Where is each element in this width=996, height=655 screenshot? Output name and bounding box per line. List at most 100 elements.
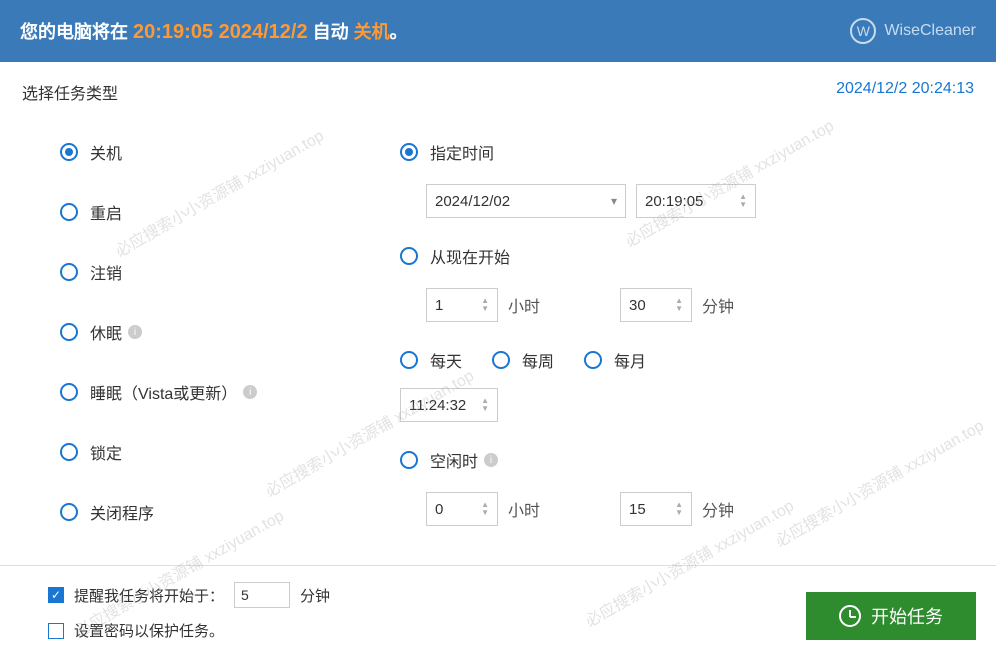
- specified-inputs: 2024/12/02 ▾ 20:19:05 ▲▼: [426, 184, 956, 218]
- date-value: 2024/12/02: [435, 193, 510, 210]
- schedule-specified[interactable]: 指定时间: [400, 140, 956, 164]
- daily-time-row: 11:24:32 ▲▼: [400, 388, 956, 422]
- section-title: 选择任务类型: [22, 80, 118, 104]
- date-input[interactable]: 2024/12/02 ▾: [426, 184, 626, 218]
- idle-minutes-value: 15: [629, 501, 646, 518]
- schedule-weekly[interactable]: 每周: [492, 348, 554, 372]
- radio-icon: [400, 451, 418, 469]
- spinner-icon: ▲▼: [675, 297, 683, 313]
- idle-minutes-input[interactable]: 15 ▲▼: [620, 492, 692, 526]
- start-task-button[interactable]: 开始任务: [806, 592, 976, 640]
- subheader: 选择任务类型 2024/12/2 20:24:13: [0, 62, 996, 112]
- task-sleep[interactable]: 睡眠（Vista或更新） i: [60, 380, 390, 404]
- checkbox-icon: [48, 623, 64, 639]
- remind-label-a: 提醒我任务将开始于：: [74, 585, 224, 606]
- header-action: 关机: [354, 22, 390, 42]
- task-hibernate[interactable]: 休眠 i: [60, 320, 390, 344]
- spinner-icon: ▲▼: [675, 501, 683, 517]
- schedule-idle[interactable]: 空闲时 i: [400, 448, 956, 472]
- remind-value: 5: [241, 587, 249, 603]
- current-time: 2024/12/2 20:24:13: [836, 80, 974, 104]
- radio-icon: [60, 323, 78, 341]
- from-now-inputs: 1 ▲▼ 小时 30 ▲▼ 分钟: [426, 288, 956, 322]
- schedule-from-now[interactable]: 从现在开始: [400, 244, 956, 268]
- remind-option[interactable]: ✓ 提醒我任务将开始于： 5 分钟: [48, 582, 330, 608]
- footer: ✓ 提醒我任务将开始于： 5 分钟 设置密码以保护任务。 开始任务: [0, 565, 996, 655]
- chevron-down-icon: ▾: [611, 194, 617, 208]
- radio-icon: [400, 143, 418, 161]
- header-prefix: 您的电脑将在: [20, 22, 133, 42]
- hours-value: 1: [435, 297, 443, 314]
- radio-icon: [60, 383, 78, 401]
- radio-icon: [584, 351, 602, 369]
- unit-minute: 分钟: [702, 293, 734, 317]
- schedule-daily[interactable]: 每天: [400, 348, 462, 372]
- daily-time-input[interactable]: 11:24:32 ▲▼: [400, 388, 498, 422]
- schedule-label: 空闲时: [430, 448, 478, 472]
- task-label: 锁定: [90, 440, 122, 464]
- task-label: 睡眠（Vista或更新）: [90, 380, 237, 404]
- schedule-label: 每周: [522, 348, 554, 372]
- task-shutdown[interactable]: 关机: [60, 140, 390, 164]
- schedule-monthly[interactable]: 每月: [584, 348, 646, 372]
- password-label: 设置密码以保护任务。: [74, 620, 224, 641]
- info-icon[interactable]: i: [243, 385, 257, 399]
- radio-icon: [60, 143, 78, 161]
- minutes-value: 30: [629, 297, 646, 314]
- brand-name: WiseCleaner: [884, 22, 976, 40]
- daily-time-value: 11:24:32: [409, 397, 466, 414]
- info-icon[interactable]: i: [128, 325, 142, 339]
- time-input[interactable]: 20:19:05 ▲▼: [636, 184, 756, 218]
- idle-hours-input[interactable]: 0 ▲▼: [426, 492, 498, 526]
- password-option[interactable]: 设置密码以保护任务。: [48, 620, 330, 641]
- task-logoff[interactable]: 注销: [60, 260, 390, 284]
- remind-minutes-input[interactable]: 5: [234, 582, 290, 608]
- header-time: 20:19:05 2024/12/2: [133, 21, 308, 43]
- header-bar: 您的电脑将在 20:19:05 2024/12/2 自动 关机。 W WiseC…: [0, 0, 996, 62]
- header-message: 您的电脑将在 20:19:05 2024/12/2 自动 关机。: [20, 18, 408, 44]
- content-area: 关机 重启 注销 休眠 i 睡眠（Vista或更新） i 锁定 关闭程序: [0, 112, 996, 572]
- radio-icon: [400, 247, 418, 265]
- unit-hour: 小时: [508, 293, 540, 317]
- radio-icon: [492, 351, 510, 369]
- remind-label-b: 分钟: [300, 585, 330, 606]
- task-restart[interactable]: 重启: [60, 200, 390, 224]
- idle-hours-value: 0: [435, 501, 443, 518]
- schedule-label: 每月: [614, 348, 646, 372]
- info-icon[interactable]: i: [484, 453, 498, 467]
- header-suffix: 。: [390, 22, 408, 42]
- recurrence-row: 每天 每周 每月: [400, 348, 956, 372]
- task-label: 关机: [90, 140, 122, 164]
- spinner-icon: ▲▼: [481, 501, 489, 517]
- task-label: 关闭程序: [90, 500, 154, 524]
- radio-icon: [60, 203, 78, 221]
- radio-icon: [60, 503, 78, 521]
- task-label: 重启: [90, 200, 122, 224]
- task-close-app[interactable]: 关闭程序: [60, 500, 390, 524]
- task-label: 注销: [90, 260, 122, 284]
- time-value: 20:19:05: [645, 193, 703, 210]
- radio-icon: [400, 351, 418, 369]
- task-type-column: 关机 重启 注销 休眠 i 睡眠（Vista或更新） i 锁定 关闭程序: [60, 122, 390, 572]
- hours-input[interactable]: 1 ▲▼: [426, 288, 498, 322]
- brand-logo: W WiseCleaner: [850, 18, 976, 44]
- brand-icon: W: [850, 18, 876, 44]
- spinner-icon: ▲▼: [481, 297, 489, 313]
- task-label: 休眠: [90, 320, 122, 344]
- spinner-icon: ▲▼: [481, 397, 489, 413]
- schedule-column: 指定时间 2024/12/02 ▾ 20:19:05 ▲▼ 从现在开始 1 ▲▼…: [390, 122, 956, 572]
- unit-minute: 分钟: [702, 497, 734, 521]
- radio-icon: [60, 443, 78, 461]
- spinner-icon: ▲▼: [739, 193, 747, 209]
- schedule-label: 指定时间: [430, 140, 494, 164]
- checkbox-icon: ✓: [48, 587, 64, 603]
- minutes-input[interactable]: 30 ▲▼: [620, 288, 692, 322]
- task-lock[interactable]: 锁定: [60, 440, 390, 464]
- unit-hour: 小时: [508, 497, 540, 521]
- schedule-label: 从现在开始: [430, 244, 510, 268]
- idle-inputs: 0 ▲▼ 小时 15 ▲▼ 分钟: [426, 492, 956, 526]
- clock-icon: [839, 605, 861, 627]
- radio-icon: [60, 263, 78, 281]
- start-button-label: 开始任务: [871, 603, 943, 629]
- footer-options: ✓ 提醒我任务将开始于： 5 分钟 设置密码以保护任务。: [48, 582, 330, 653]
